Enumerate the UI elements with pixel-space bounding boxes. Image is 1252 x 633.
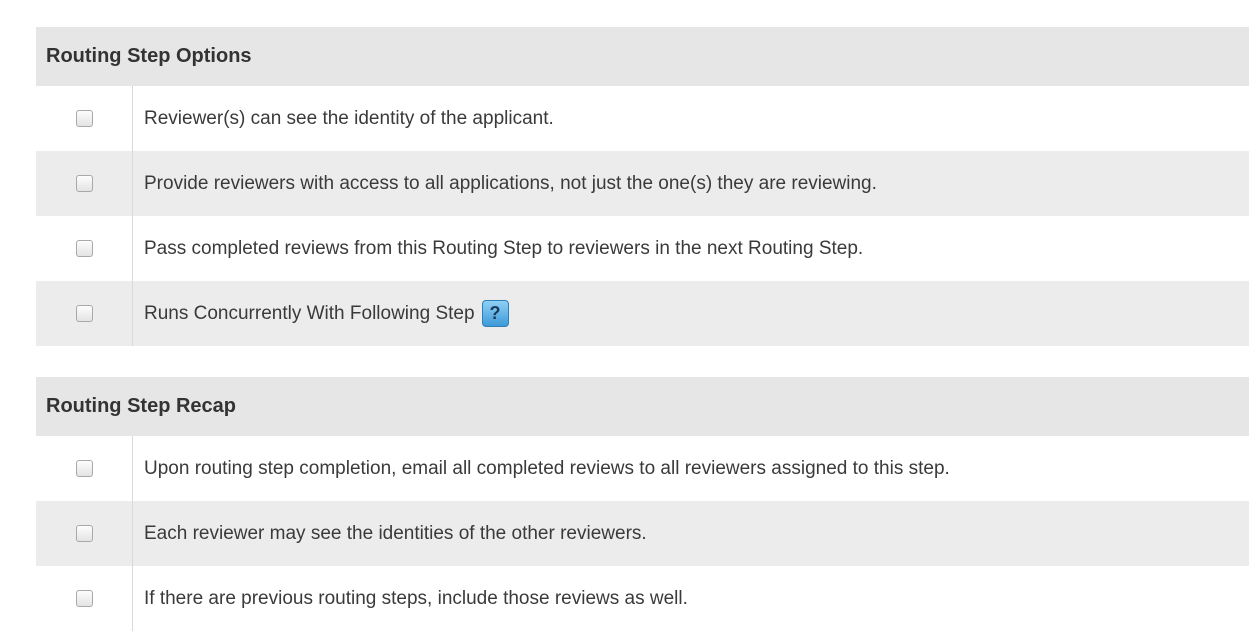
question-mark-icon[interactable]: ?: [481, 300, 509, 327]
recap-email-reviews-checkbox[interactable]: [75, 460, 93, 477]
option-row-access-all: Provide reviewers with access to all app…: [36, 151, 1249, 216]
routing-step-recap-header: Routing Step Recap: [36, 377, 1249, 436]
option-row-pass-reviews: Pass completed reviews from this Routing…: [36, 216, 1249, 281]
recap-reviewer-identities-checkbox[interactable]: [75, 525, 93, 542]
routing-step-options-panel: Routing Step Options Reviewer(s) can see…: [36, 27, 1249, 346]
option-pass-reviews-checkbox[interactable]: [75, 240, 93, 257]
recap-reviewer-identities-label: Each reviewer may see the identities of …: [144, 522, 647, 544]
recap-row-email-reviews: Upon routing step completion, email all …: [36, 436, 1249, 501]
recap-previous-steps-checkbox[interactable]: [75, 590, 93, 607]
option-row-concurrent: Runs Concurrently With Following Step ?: [36, 281, 1249, 346]
option-access-all-label: Provide reviewers with access to all app…: [144, 172, 877, 194]
recap-row-previous-steps: If there are previous routing steps, inc…: [36, 566, 1249, 631]
option-identity-label: Reviewer(s) can see the identity of the …: [144, 107, 554, 129]
option-concurrent-checkbox[interactable]: [75, 305, 93, 322]
option-pass-reviews-label: Pass completed reviews from this Routing…: [144, 237, 864, 259]
option-row-identity: Reviewer(s) can see the identity of the …: [36, 86, 1249, 151]
recap-previous-steps-label: If there are previous routing steps, inc…: [144, 587, 688, 609]
option-identity-checkbox[interactable]: [75, 110, 93, 127]
option-access-all-checkbox[interactable]: [75, 175, 93, 192]
recap-row-reviewer-identities: Each reviewer may see the identities of …: [36, 501, 1249, 566]
routing-step-options-header: Routing Step Options: [36, 27, 1249, 86]
routing-step-recap-panel: Routing Step Recap Upon routing step com…: [36, 377, 1249, 631]
option-concurrent-label: Runs Concurrently With Following Step: [144, 302, 475, 324]
recap-email-reviews-label: Upon routing step completion, email all …: [144, 457, 950, 479]
